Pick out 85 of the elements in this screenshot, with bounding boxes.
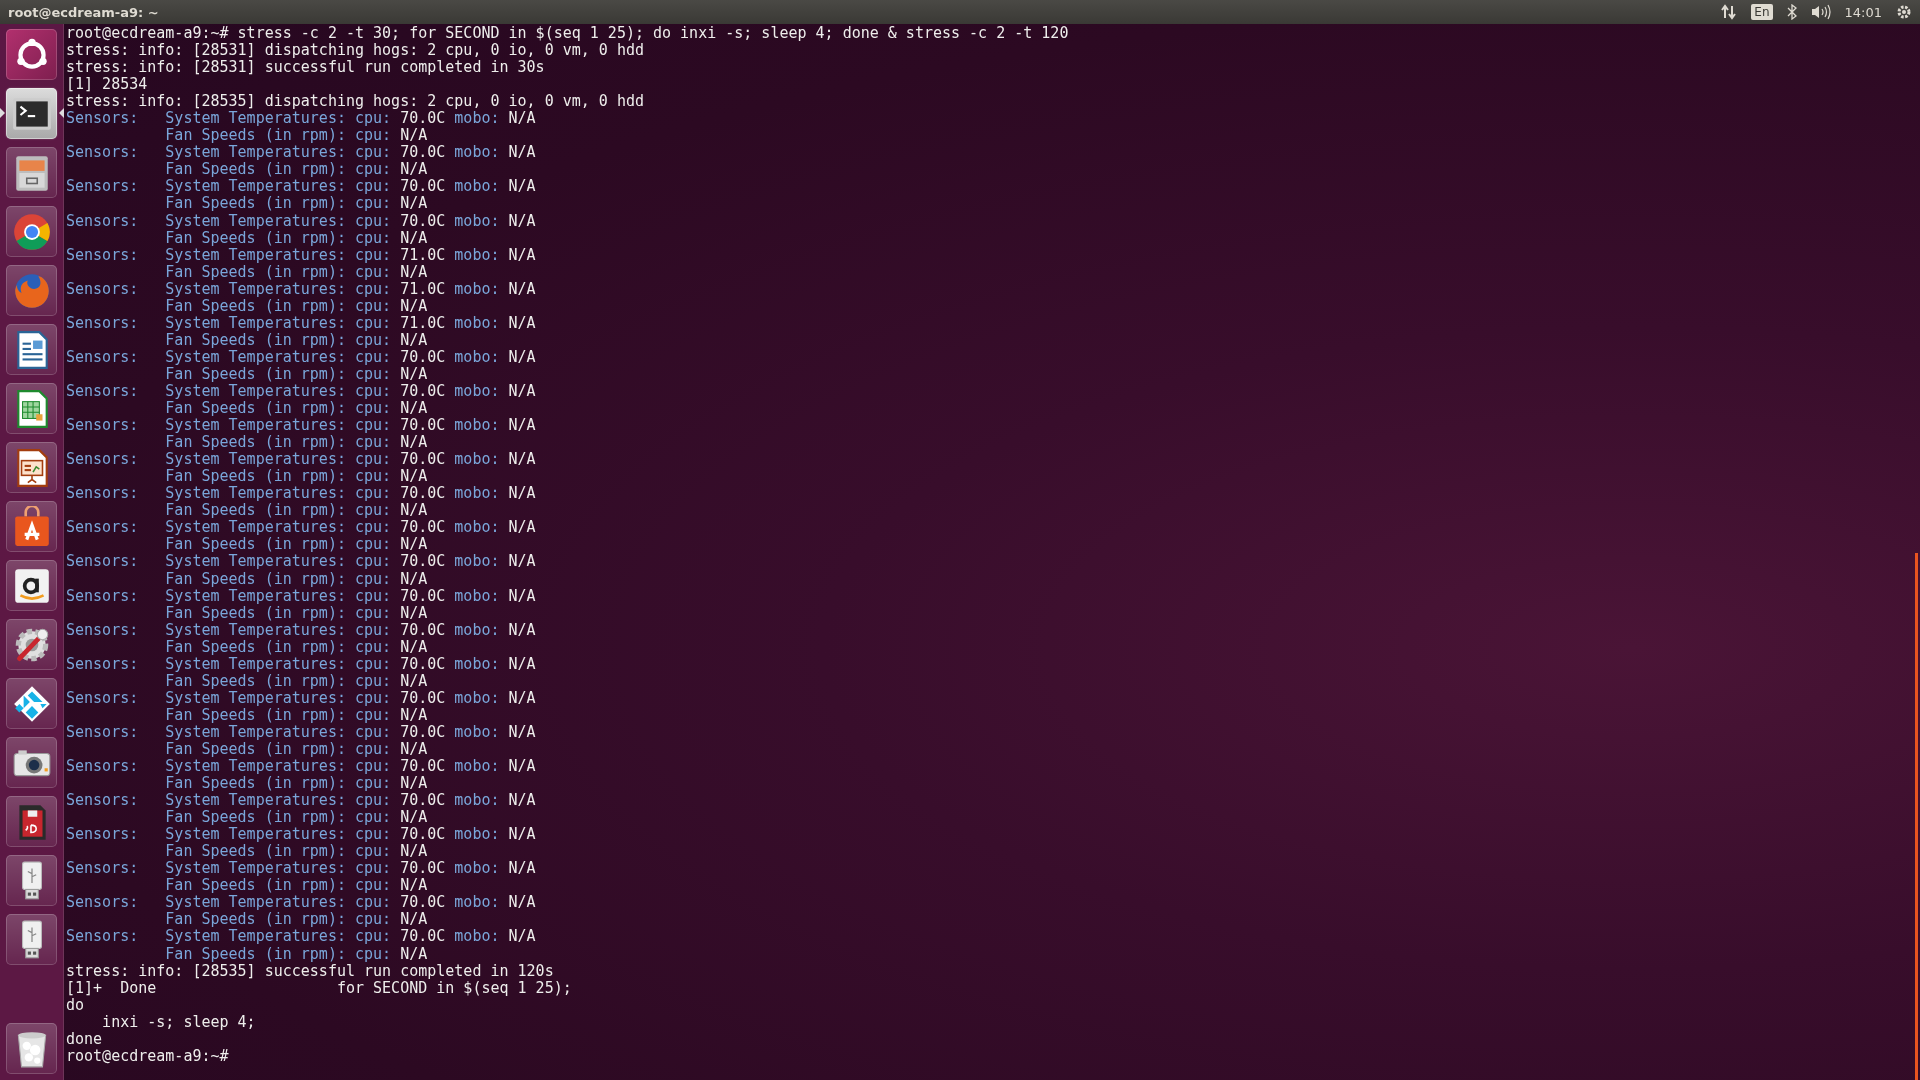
terminal-line: Fan Speeds (in rpm): cpu: N/A xyxy=(164,809,428,827)
terminal-line: Sensors: System Temperatures: cpu: 70.0C mobo: N/A xyxy=(66,587,536,605)
terminal-line: Sensors: System Temperatures: cpu: 70.0C mobo: N/A xyxy=(66,383,536,401)
terminal-prompt: root@ecdream-a9:~# xyxy=(66,1047,229,1065)
terminal-line: Fan Speeds (in rpm): cpu: N/A xyxy=(164,127,428,145)
launcher-button[interactable] xyxy=(6,206,57,257)
terminal-line: Sensors: System Temperatures: cpu: 71.0C mobo: N/A xyxy=(66,280,536,298)
terminal-line: Sensors: System Temperatures: cpu: 70.0C mobo: N/A xyxy=(66,826,536,844)
terminal-line: Fan Speeds (in rpm): cpu: N/A xyxy=(164,365,428,383)
terminal-line: Sensors: System Temperatures: cpu: 70.0C mobo: N/A xyxy=(66,519,536,537)
terminal-line: stress: info: [28531] successful run completed in 30s xyxy=(66,59,545,77)
terminal-line: Sensors: System Temperatures: cpu: 70.0C mobo: N/A xyxy=(66,178,536,196)
terminal-line: Fan Speeds (in rpm): cpu: N/A xyxy=(164,229,428,247)
terminal-line: Sensors: System Temperatures: cpu: 70.0C mobo: N/A xyxy=(66,110,536,128)
settings-icon[interactable] xyxy=(1896,4,1912,20)
terminal-line: Sensors: System Temperatures: cpu: 70.0C mobo: N/A xyxy=(66,655,536,673)
terminal-line: Sensors: System Temperatures: cpu: 70.0C mobo: N/A xyxy=(66,689,536,707)
terminal-line: Sensors: System Temperatures: cpu: 70.0C mobo: N/A xyxy=(66,348,536,366)
terminal-line: Fan Speeds (in rpm): cpu: N/A xyxy=(164,604,428,622)
terminal-line: Fan Speeds (in rpm): cpu: N/A xyxy=(164,195,428,213)
launcher-button[interactable] xyxy=(6,88,57,139)
terminal-line: Sensors: System Temperatures: cpu: 70.0C mobo: N/A xyxy=(66,621,536,639)
terminal-line: Fan Speeds (in rpm): cpu: N/A xyxy=(164,161,428,179)
launcher-button[interactable] xyxy=(6,383,57,434)
scrollbar[interactable] xyxy=(1915,553,1918,1080)
terminal-line: Fan Speeds (in rpm): cpu: N/A xyxy=(164,706,428,724)
launcher-button[interactable] xyxy=(6,1023,57,1074)
launcher-button[interactable] xyxy=(6,678,57,729)
terminal-line: Sensors: System Temperatures: cpu: 70.0C mobo: N/A xyxy=(66,144,536,162)
launcher-button[interactable] xyxy=(6,560,57,611)
terminal-line: Fan Speeds (in rpm): cpu: N/A xyxy=(164,468,428,486)
bluetooth-icon[interactable] xyxy=(1786,4,1797,20)
terminal-line: inxi -s; sleep 4; xyxy=(101,1013,256,1031)
terminal-line: Fan Speeds (in rpm): cpu: N/A xyxy=(164,843,428,861)
launcher-button[interactable] xyxy=(6,29,57,80)
terminal-line: Sensors: System Temperatures: cpu: 70.0C mobo: N/A xyxy=(66,451,536,469)
terminal-line: Sensors: System Temperatures: cpu: 71.0C mobo: N/A xyxy=(66,246,536,264)
terminal-line: Fan Speeds (in rpm): cpu: N/A xyxy=(164,877,428,895)
terminal-line: Fan Speeds (in rpm): cpu: N/A xyxy=(164,570,428,588)
terminal-line: Fan Speeds (in rpm): cpu: N/A xyxy=(164,911,428,929)
terminal-line: Fan Speeds (in rpm): cpu: N/A xyxy=(164,400,428,418)
volume-icon[interactable] xyxy=(1810,4,1831,20)
terminal-line: Fan Speeds (in rpm): cpu: N/A xyxy=(164,945,428,963)
terminal-line: Fan Speeds (in rpm): cpu: N/A xyxy=(164,434,428,452)
terminal-line: Fan Speeds (in rpm): cpu: N/A xyxy=(164,502,428,520)
terminal-line: Sensors: System Temperatures: cpu: 70.0C mobo: N/A xyxy=(66,485,536,503)
terminal-line: Sensors: System Temperatures: cpu: 71.0C mobo: N/A xyxy=(66,314,536,332)
launcher-button[interactable] xyxy=(6,737,57,788)
terminal-line: do xyxy=(66,996,85,1014)
terminal-line: Fan Speeds (in rpm): cpu: N/A xyxy=(164,740,428,758)
launcher-button[interactable] xyxy=(6,147,57,198)
launcher-button[interactable] xyxy=(6,501,57,552)
terminal-line: Fan Speeds (in rpm): cpu: N/A xyxy=(164,638,428,656)
terminal-line: Fan Speeds (in rpm): cpu: N/A xyxy=(164,263,428,281)
terminal-line: Sensors: System Temperatures: cpu: 70.0C mobo: N/A xyxy=(66,212,536,230)
terminal-line: Sensors: System Temperatures: cpu: 70.0C mobo: N/A xyxy=(66,553,536,571)
terminal-line: root@ecdream-a9:~# stress -c 2 -t 30; for SECOND in $(seq 1 25); do inxi -s; sleep 4; done & stress -c 2 -t 120 xyxy=(66,25,1069,43)
terminal-line: stress: info: [28535] successful run completed in 120s xyxy=(66,962,554,980)
terminal-line: stress: info: [28535] dispatching hogs: 2 cpu, 0 io, 0 vm, 0 hdd xyxy=(66,93,644,111)
terminal-line: [1] 28534 xyxy=(66,76,148,94)
clock[interactable]: 14:01 xyxy=(1844,4,1882,20)
launcher-button[interactable] xyxy=(6,796,57,847)
terminal-line: Fan Speeds (in rpm): cpu: N/A xyxy=(164,775,428,793)
keyboard-layout-indicator[interactable]: En xyxy=(1751,4,1773,20)
terminal-line: [1]+ Done for SECOND in $(seq 1 25); xyxy=(66,979,572,997)
terminal-line: Fan Speeds (in rpm): cpu: N/A xyxy=(164,672,428,690)
terminal-line: Sensors: System Temperatures: cpu: 70.0C mobo: N/A xyxy=(66,758,536,776)
launcher-button[interactable] xyxy=(6,619,57,670)
terminal-line: Sensors: System Temperatures: cpu: 70.0C mobo: N/A xyxy=(66,723,536,741)
terminal-line: Sensors: System Temperatures: cpu: 70.0C mobo: N/A xyxy=(66,417,536,435)
terminal-line: Sensors: System Temperatures: cpu: 70.0C mobo: N/A xyxy=(66,928,536,946)
launcher-button[interactable] xyxy=(6,442,57,493)
terminal-line: Sensors: System Temperatures: cpu: 70.0C mobo: N/A xyxy=(66,792,536,810)
launcher-button[interactable] xyxy=(6,914,57,965)
launcher-button[interactable] xyxy=(6,324,57,375)
network-arrows-icon[interactable] xyxy=(1721,4,1738,20)
terminal-line: Sensors: System Temperatures: cpu: 70.0C mobo: N/A xyxy=(66,860,536,878)
terminal-line: done xyxy=(66,1030,103,1048)
launcher-button[interactable] xyxy=(6,855,57,906)
terminal-line: Sensors: System Temperatures: cpu: 70.0C mobo: N/A xyxy=(66,894,536,912)
terminal-line: Fan Speeds (in rpm): cpu: N/A xyxy=(164,297,428,315)
window-title: root@ecdream-a9: ~ xyxy=(8,4,160,20)
terminal-line: Fan Speeds (in rpm): cpu: N/A xyxy=(164,536,428,554)
terminal-line: stress: info: [28531] dispatching hogs: 2 cpu, 0 io, 0 vm, 0 hdd xyxy=(66,42,644,60)
terminal-line: Fan Speeds (in rpm): cpu: N/A xyxy=(164,331,428,349)
